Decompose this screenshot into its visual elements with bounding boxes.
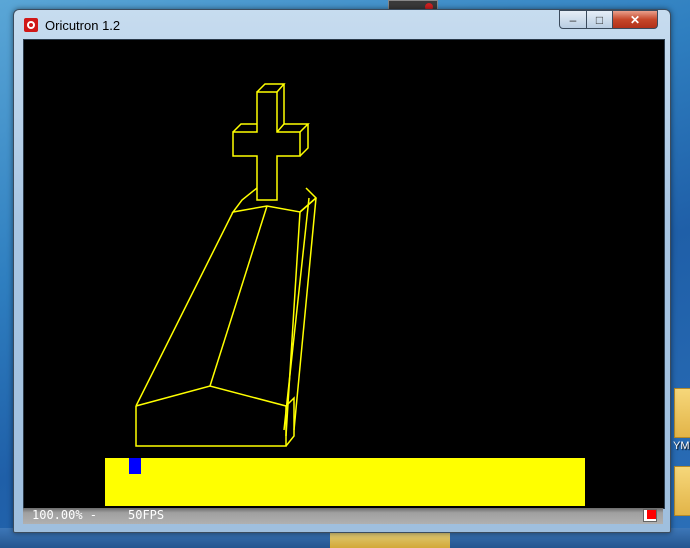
text-input-line[interactable] xyxy=(105,458,585,506)
text-cursor xyxy=(129,458,141,474)
window-title: Oricutron 1.2 xyxy=(45,18,121,33)
oricutron-logo-icon[interactable] xyxy=(24,18,38,32)
folder-icon[interactable] xyxy=(674,466,690,516)
desktop-icon-label: YM xyxy=(673,440,690,452)
fps-readout: 50FPS xyxy=(128,508,165,522)
status-bar: 100.00% - 50FPS xyxy=(23,508,663,524)
tombstone-drawing xyxy=(135,83,318,447)
cross-wireframe xyxy=(232,83,310,201)
zoom-readout: 100.00% - xyxy=(32,508,98,522)
close-button[interactable]: ✕ xyxy=(612,10,658,29)
folder-icon[interactable] xyxy=(674,388,690,438)
app-window: Oricutron 1.2 – □ ✕ 100.00% - 50FPS xyxy=(13,9,671,533)
tombstone-wireframe xyxy=(135,187,318,447)
title-bar[interactable]: Oricutron 1.2 – □ ✕ xyxy=(14,10,670,38)
maximize-button[interactable]: □ xyxy=(586,10,613,29)
emulator-screen[interactable] xyxy=(23,39,665,509)
disk-activity-icon xyxy=(643,509,657,522)
minimize-button[interactable]: – xyxy=(559,10,587,29)
